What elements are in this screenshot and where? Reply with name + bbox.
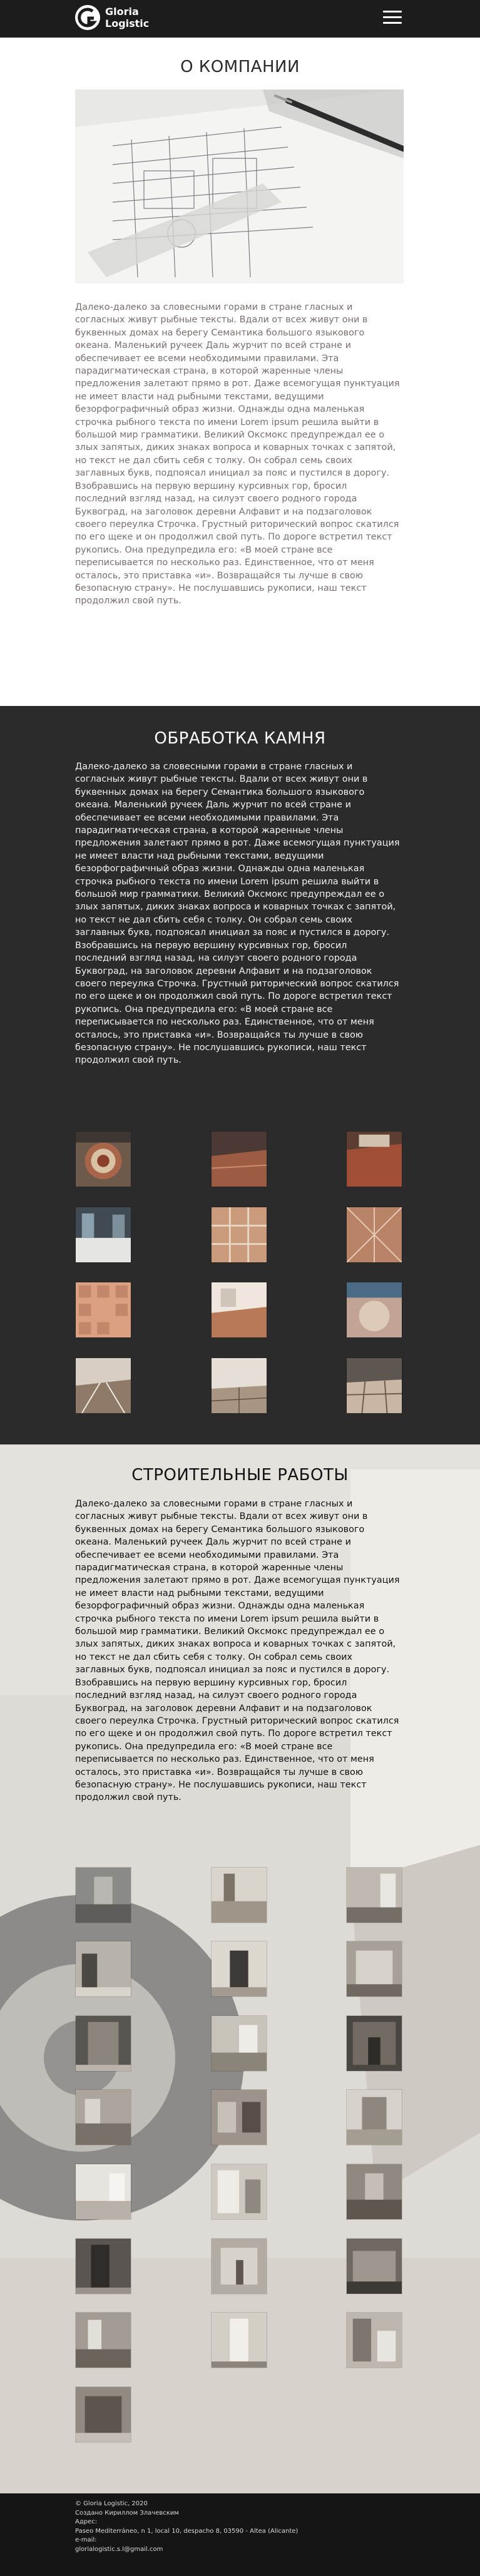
footer-copyright: © Gloria Logistic, 2020	[75, 2500, 148, 2507]
site-header: Gloria Logistic	[0, 0, 480, 38]
construction-gallery-photo-10[interactable]	[75, 2089, 131, 2145]
stone-gallery-photo-12[interactable]	[346, 1357, 402, 1414]
construction-gallery-photo-5[interactable]	[211, 1941, 267, 1997]
stone-gallery-photo-6[interactable]	[346, 1207, 402, 1263]
construction-gallery-photo-4[interactable]	[75, 1941, 131, 1997]
stone-title: ОБРАБОТКА КАМНЯ	[154, 729, 326, 748]
construction-gallery-photo-15[interactable]	[346, 2164, 402, 2220]
stone-gallery-photo-11[interactable]	[211, 1357, 267, 1414]
construction-gallery-photo-11[interactable]	[211, 2089, 267, 2145]
about-blueprint-image	[75, 89, 404, 284]
construction-gallery-photo-22[interactable]	[75, 2386, 131, 2443]
stone-gallery-photo-9[interactable]	[346, 1282, 402, 1338]
stone-text: Далеко-далеко за словесными горами в стр…	[75, 762, 400, 1066]
construction-gallery-photo-14[interactable]	[211, 2164, 267, 2220]
construction-gallery-photo-21[interactable]	[346, 2312, 402, 2368]
construction-gallery-photo-12[interactable]	[346, 2089, 402, 2145]
logo-mark-icon	[75, 5, 100, 30]
construction-gallery-photo-8[interactable]	[211, 2015, 267, 2072]
construction-gallery-photo-17[interactable]	[211, 2238, 267, 2294]
footer-email-link[interactable]: glorialogistic.s.l@gmail.com	[75, 2545, 401, 2555]
construction-gallery-photo-18[interactable]	[346, 2238, 402, 2294]
construction-gallery-photo-7[interactable]	[75, 2015, 131, 2072]
construction-gallery-photo-6[interactable]	[346, 1941, 402, 1997]
construction-gallery-photo-19[interactable]	[75, 2312, 131, 2368]
stone-gallery-photo-8[interactable]	[211, 1282, 267, 1338]
site-footer: © Gloria Logistic, 2020 Создано Кириллом…	[0, 2493, 480, 2576]
about-title: О КОМПАНИИ	[180, 58, 300, 76]
footer-email-label: e-mail:	[75, 2537, 97, 2543]
construction-gallery-photo-16[interactable]	[75, 2238, 131, 2294]
construction-gallery-photo-20[interactable]	[211, 2312, 267, 2368]
construction-title: СТРОИТЕЛЬНЫЕ РАБОТЫ	[131, 1466, 349, 1485]
about-text: Далеко-далеко за словесными горами в стр…	[75, 302, 400, 606]
logo[interactable]: Gloria Logistic	[74, 4, 149, 31]
construction-gallery-photo-1[interactable]	[75, 1867, 131, 1923]
construction-gallery-photo-13[interactable]	[75, 2164, 131, 2220]
footer-created-by: Создано Кириллом Злачевским	[75, 2509, 179, 2517]
stone-gallery-photo-1[interactable]	[75, 1131, 131, 1187]
stone-gallery-photo-10[interactable]	[75, 1357, 131, 1414]
construction-gallery-photo-2[interactable]	[211, 1867, 267, 1923]
menu-icon[interactable]	[383, 11, 402, 26]
stone-gallery-photo-3[interactable]	[346, 1131, 402, 1187]
footer-address: Paseo Mediterráneo, n 1, local 10, despa…	[75, 2527, 299, 2535]
stone-gallery-photo-5[interactable]	[211, 1207, 267, 1263]
stone-gallery-photo-4[interactable]	[75, 1207, 131, 1263]
construction-gallery-photo-3[interactable]	[346, 1867, 402, 1923]
stone-gallery-photo-2[interactable]	[211, 1131, 267, 1187]
construction-gallery-photo-9[interactable]	[346, 2015, 402, 2072]
logo-line1: Gloria	[105, 6, 139, 18]
logo-line2: Logistic	[105, 18, 150, 29]
stone-gallery-photo-7[interactable]	[75, 1282, 131, 1338]
construction-text: Далеко-далеко за словесными горами в стр…	[75, 1499, 400, 1803]
footer-address-label: Адрес:	[75, 2518, 98, 2525]
